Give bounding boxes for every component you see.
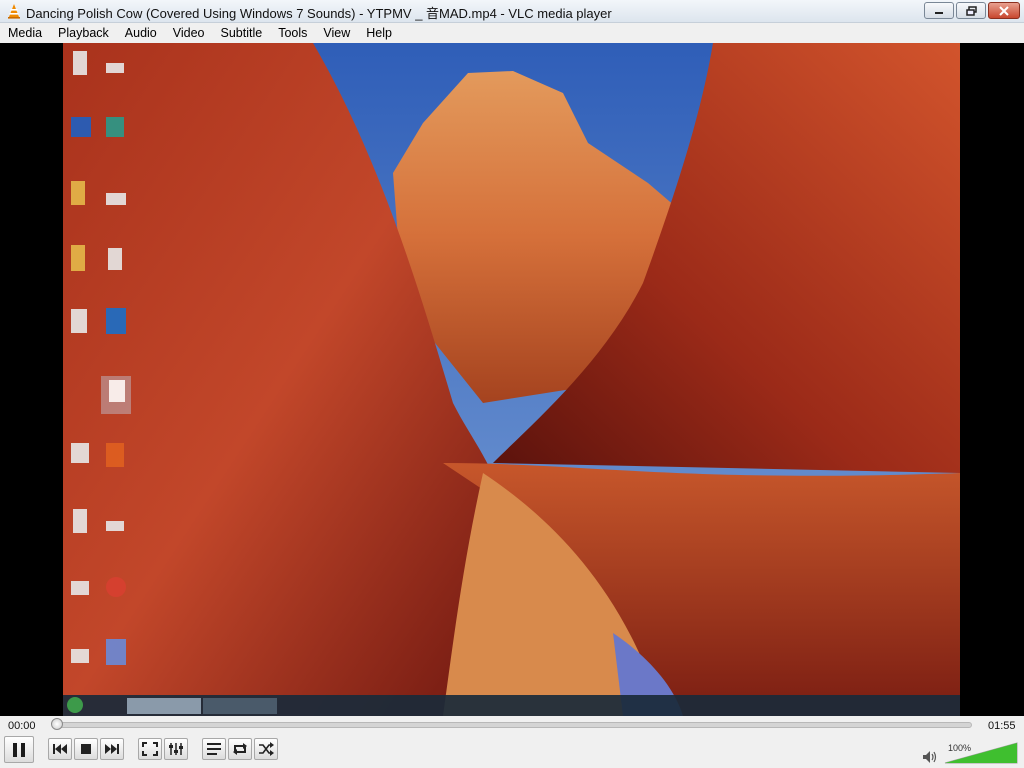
video-output[interactable] — [0, 43, 1024, 716]
menu-subtitle[interactable]: Subtitle — [213, 23, 271, 43]
menu-playback[interactable]: Playback — [50, 23, 117, 43]
pause-button[interactable] — [4, 736, 34, 763]
extended-settings-icon — [169, 743, 183, 755]
menu-video[interactable]: Video — [165, 23, 213, 43]
elapsed-time: 00:00 — [8, 720, 36, 732]
loop-icon — [233, 743, 247, 755]
seek-bar[interactable] — [54, 722, 972, 728]
menu-audio[interactable]: Audio — [117, 23, 165, 43]
window-title: Dancing Polish Cow (Covered Using Window… — [26, 6, 612, 21]
menu-bar: Media Playback Audio Video Subtitle Tool… — [0, 23, 1024, 43]
previous-button[interactable] — [48, 738, 72, 760]
minimize-icon — [935, 11, 943, 14]
stop-button[interactable] — [74, 738, 98, 760]
video-frame-image — [63, 43, 960, 716]
pause-icon — [13, 742, 25, 757]
fullscreen-button[interactable] — [138, 738, 162, 760]
previous-icon — [53, 744, 67, 754]
stop-icon — [81, 744, 91, 754]
next-icon — [105, 744, 119, 754]
menu-tools[interactable]: Tools — [270, 23, 315, 43]
close-button[interactable] — [988, 2, 1020, 19]
seek-handle[interactable] — [51, 718, 63, 730]
video-frame — [63, 43, 960, 716]
menu-help[interactable]: Help — [358, 23, 400, 43]
total-time: 01:55 — [988, 720, 1016, 732]
restore-button[interactable] — [956, 2, 986, 19]
shuffle-icon — [259, 742, 274, 756]
loop-button[interactable] — [228, 738, 252, 760]
vlc-cone-icon — [8, 4, 20, 19]
next-button[interactable] — [100, 738, 124, 760]
close-icon — [999, 5, 1009, 16]
fullscreen-icon — [142, 742, 158, 756]
menu-media[interactable]: Media — [0, 23, 50, 43]
shuffle-button[interactable] — [254, 738, 278, 760]
volume-slider[interactable] — [944, 742, 1018, 764]
restore-icon — [965, 5, 977, 16]
minimize-button[interactable] — [924, 2, 954, 19]
playback-controls: 00:00 01:55 100% — [0, 716, 1024, 768]
extended-settings-button[interactable] — [164, 738, 188, 760]
playlist-icon — [207, 743, 221, 755]
playlist-button[interactable] — [202, 738, 226, 760]
speaker-icon[interactable] — [922, 750, 938, 764]
menu-view[interactable]: View — [315, 23, 358, 43]
title-bar: Dancing Polish Cow (Covered Using Window… — [0, 0, 1024, 23]
